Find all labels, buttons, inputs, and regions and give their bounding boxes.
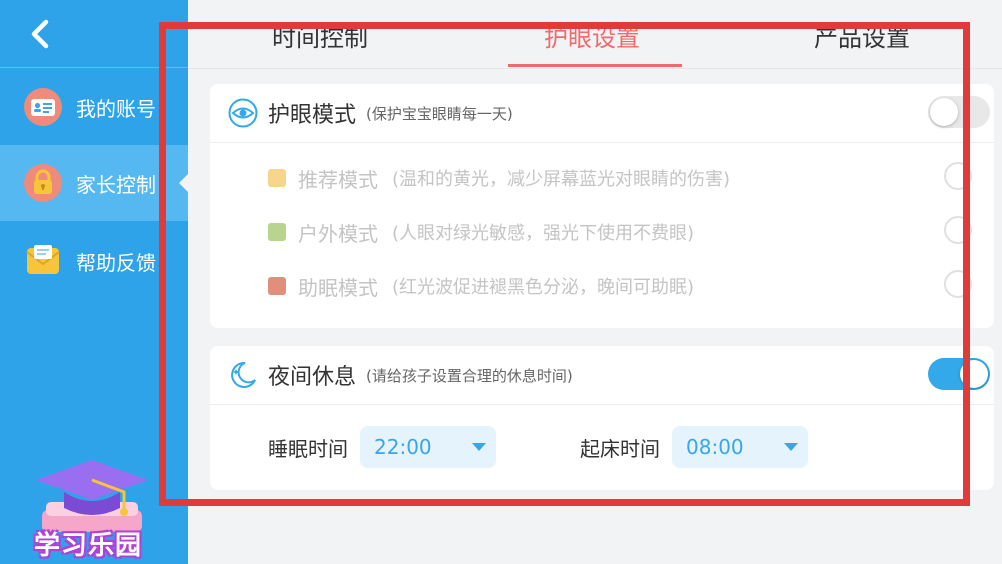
mode-color-swatch <box>268 169 286 187</box>
sidebar-divider <box>0 67 188 68</box>
mode-radio[interactable] <box>944 162 972 190</box>
tab-time-control[interactable]: 时间控制 <box>272 18 368 53</box>
eye-care-subtitle: (保护宝宝眼睛每一天) <box>366 104 513 123</box>
eye-care-card: 护眼模式 (保护宝宝眼睛每一天) 推荐模式 (温和的黄光，减少屏幕蓝光对眼睛的伤… <box>210 84 994 328</box>
eye-care-toggle[interactable] <box>928 96 990 128</box>
sidebar: 我的账号 家长控制 帮助反馈 学习乐园 <box>0 0 188 564</box>
mode-color-swatch <box>268 277 286 295</box>
toggle-knob <box>930 98 958 126</box>
main-content: 时间控制 护眼设置 产品设置 护眼模式 (保护宝宝眼睛每一天) 推荐模式 (温和… <box>188 0 1002 564</box>
logo-text: 学习乐园 <box>34 531 143 561</box>
sidebar-item-label: 家长控制 <box>76 172 156 197</box>
sidebar-item-parental-control[interactable]: 家长控制 <box>0 145 188 221</box>
wake-time-select[interactable]: 08:00 <box>672 426 808 468</box>
sidebar-item-help-feedback[interactable]: 帮助反馈 <box>0 223 188 299</box>
eye-care-header: 护眼模式 (保护宝宝眼睛每一天) <box>210 84 994 143</box>
mode-color-swatch <box>268 223 286 241</box>
active-indicator <box>179 174 188 192</box>
id-card-icon <box>24 88 62 126</box>
night-rest-title: 夜间休息 <box>268 365 357 390</box>
lock-icon <box>24 164 62 202</box>
wake-time-value: 08:00 <box>686 435 744 459</box>
mode-name: 户外模式 <box>298 221 378 246</box>
night-rest-subtitle: (请给孩子设置合理的休息时间) <box>366 366 573 385</box>
sidebar-item-label: 我的账号 <box>76 96 156 121</box>
tab-eye-care[interactable]: 护眼设置 <box>544 18 640 53</box>
sidebar-item-label: 帮助反馈 <box>76 250 156 275</box>
sleep-time-value: 22:00 <box>374 435 432 459</box>
mode-description: (人眼对绿光敏感，强光下使用不费眼) <box>392 223 695 244</box>
sidebar-item-my-account[interactable]: 我的账号 <box>0 69 188 145</box>
time-settings-row: 睡眠时间 22:00 起床时间 08:00 <box>210 405 994 489</box>
tab-bar: 时间控制 护眼设置 产品设置 <box>188 0 1002 69</box>
active-tab-underline <box>508 64 682 67</box>
mode-row-sleep-aid[interactable]: 助眠模式 (红光波促进褪黑色分泌，晚间可助眠) <box>210 259 994 313</box>
eye-icon <box>228 98 258 128</box>
app-logo: 学习乐园 <box>28 452 158 564</box>
dropdown-caret-icon <box>784 443 798 451</box>
night-rest-card: 夜间休息 (请给孩子设置合理的休息时间) 睡眠时间 22:00 起床时间 08:… <box>210 346 994 490</box>
chevron-left-icon <box>31 19 49 49</box>
wake-time-label: 起床时间 <box>580 436 660 461</box>
mode-row-recommended[interactable]: 推荐模式 (温和的黄光，减少屏幕蓝光对眼睛的伤害) <box>210 151 994 205</box>
back-button[interactable] <box>20 14 60 54</box>
sleep-time-select[interactable]: 22:00 <box>360 426 496 468</box>
mode-name: 推荐模式 <box>298 167 378 192</box>
eye-care-title: 护眼模式 <box>268 103 357 128</box>
envelope-icon <box>24 242 62 280</box>
tab-product-settings[interactable]: 产品设置 <box>814 18 910 53</box>
night-rest-toggle[interactable] <box>928 358 990 390</box>
mode-radio[interactable] <box>944 216 972 244</box>
mode-row-outdoor[interactable]: 户外模式 (人眼对绿光敏感，强光下使用不费眼) <box>210 205 994 259</box>
mode-description: (温和的黄光，减少屏幕蓝光对眼睛的伤害) <box>392 169 731 190</box>
mode-radio[interactable] <box>944 270 972 298</box>
mode-description: (红光波促进褪黑色分泌，晚间可助眠) <box>392 277 695 298</box>
toggle-knob <box>960 360 988 388</box>
moon-icon <box>228 360 258 390</box>
sleep-time-label: 睡眠时间 <box>268 436 348 461</box>
night-rest-header: 夜间休息 (请给孩子设置合理的休息时间) <box>210 346 994 405</box>
mode-name: 助眠模式 <box>298 275 378 300</box>
dropdown-caret-icon <box>472 443 486 451</box>
